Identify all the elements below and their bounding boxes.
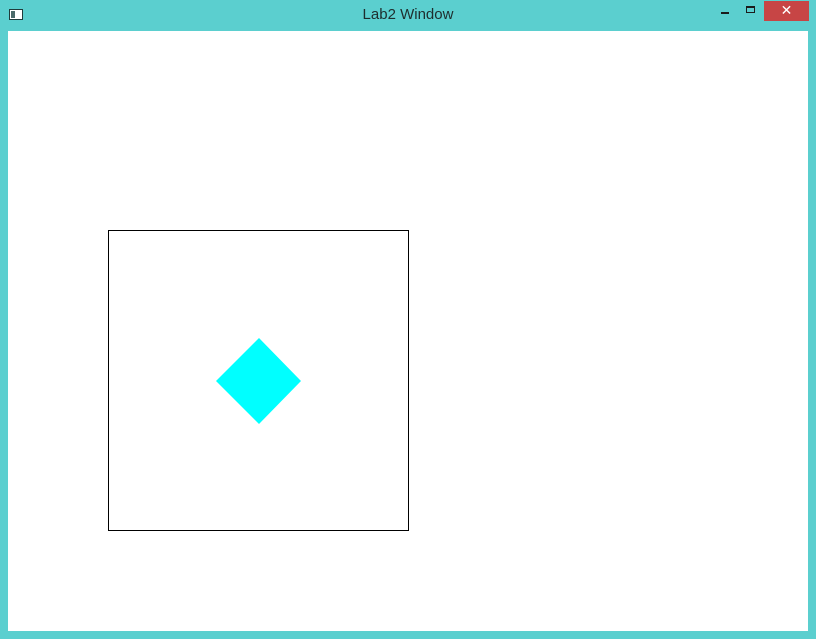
client-area — [8, 31, 808, 631]
drawing-canvas — [108, 230, 409, 531]
title-bar[interactable]: Lab2 Window ✕ — [0, 0, 816, 31]
minimize-button[interactable] — [713, 1, 737, 21]
maximize-button[interactable] — [739, 1, 763, 21]
window-title: Lab2 Window — [362, 6, 454, 23]
cyan-diamond — [216, 338, 301, 424]
close-icon: ✕ — [780, 3, 793, 19]
app-window: Lab2 Window ✕ — [0, 0, 816, 639]
close-button[interactable]: ✕ — [764, 1, 809, 21]
